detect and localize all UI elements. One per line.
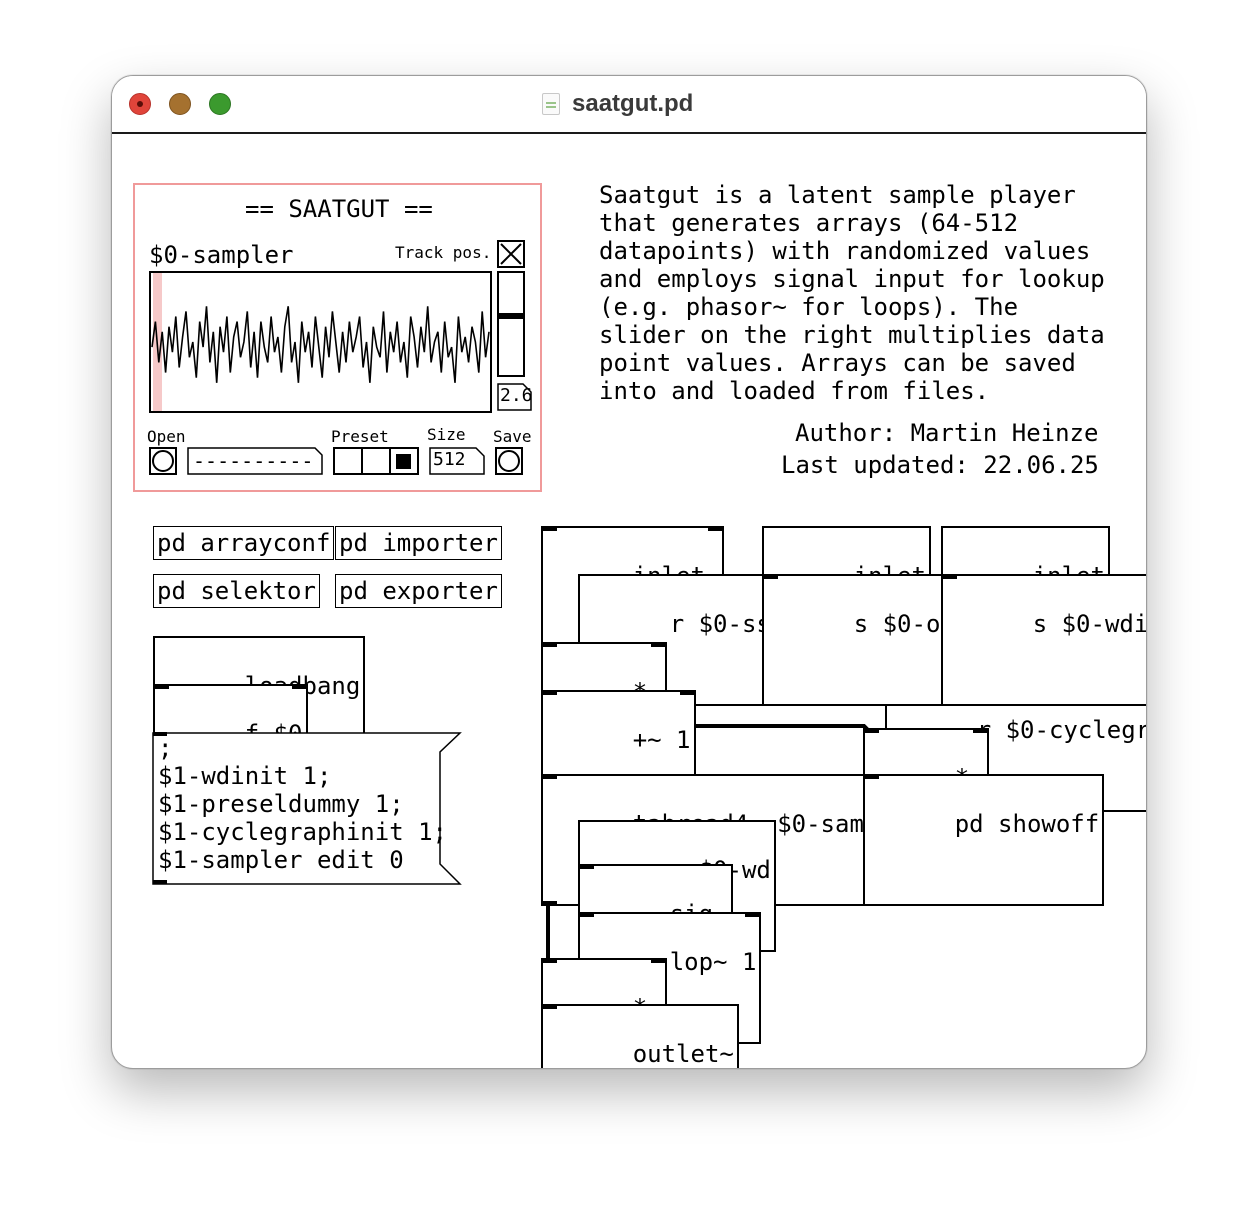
description-line: Saatgut is a latent sample player xyxy=(599,181,1076,209)
minimize-button[interactable] xyxy=(169,93,191,115)
pd-showoff[interactable]: pd showoff xyxy=(863,774,1105,906)
titlebar: saatgut.pd xyxy=(112,76,1146,134)
slider-knob[interactable] xyxy=(499,313,523,320)
patch-window: saatgut.pd == SAATGUT == $0-sampler Trac… xyxy=(111,75,1147,1069)
pd-importer[interactable]: pd importer xyxy=(335,526,502,560)
close-button[interactable] xyxy=(129,93,151,115)
multiplier-slider[interactable] xyxy=(497,271,525,377)
array-name: $0-sampler xyxy=(149,241,294,269)
preset-radio[interactable] xyxy=(333,447,419,475)
description-line: datapoints) with randomized values xyxy=(599,237,1091,265)
slider-value-box[interactable]: 2.6 xyxy=(497,383,533,411)
description-line: point values. Arrays can be saved xyxy=(599,349,1076,377)
description-line: that generates arrays (64-512 xyxy=(599,209,1019,237)
waveform-plot xyxy=(151,306,490,383)
track-pos-toggle[interactable] xyxy=(497,240,525,268)
pd-arrayconf[interactable]: pd arrayconf xyxy=(153,526,335,560)
zoom-button[interactable] xyxy=(209,93,231,115)
gop-heading: == SAATGUT == xyxy=(245,195,433,223)
preset-selected-cell xyxy=(396,454,411,469)
s-wdinit-object[interactable]: s $0-wdinit xyxy=(941,574,1146,706)
preset-label: Preset xyxy=(331,427,389,446)
x-mark-icon xyxy=(500,243,522,265)
author-comment: Author: Martin Heinze xyxy=(795,419,1099,447)
size-label: Size xyxy=(427,425,466,444)
window-title: saatgut.pd xyxy=(572,90,694,117)
pd-exporter[interactable]: pd exporter xyxy=(335,574,502,608)
open-bang[interactable] xyxy=(149,447,177,475)
save-bang[interactable] xyxy=(495,447,523,475)
gop-panel: == SAATGUT == $0-sampler Track pos. 2.6 … xyxy=(133,183,542,492)
filename-symbol[interactable]: ---------- xyxy=(187,447,323,475)
track-pos-label: Track pos. xyxy=(395,243,492,262)
description-line: into and loaded from files. xyxy=(599,377,990,405)
size-number[interactable]: 512 xyxy=(429,447,485,475)
outlet-tilde-object[interactable]: outlet~ xyxy=(541,1004,739,1068)
description-line: and employs signal input for lookup xyxy=(599,265,1105,293)
description-line: slider on the right multiplies data xyxy=(599,321,1105,349)
sampler-array[interactable] xyxy=(149,271,492,413)
init-message[interactable]: ; $1-wdinit 1; $1-preseldummy 1; $1-cycl… xyxy=(152,732,462,885)
patch-canvas[interactable]: == SAATGUT == $0-sampler Track pos. 2.6 … xyxy=(112,134,1146,1068)
description-line: (e.g. phasor~ for loops). The xyxy=(599,293,1019,321)
open-label: Open xyxy=(147,427,186,446)
updated-comment: Last updated: 22.06.25 xyxy=(781,451,1099,479)
save-label: Save xyxy=(493,427,532,446)
message-text: ; $1-wdinit 1; $1-preseldummy 1; $1-cycl… xyxy=(158,734,447,874)
pd-selektor[interactable]: pd selektor xyxy=(153,574,320,608)
document-icon xyxy=(542,93,560,115)
